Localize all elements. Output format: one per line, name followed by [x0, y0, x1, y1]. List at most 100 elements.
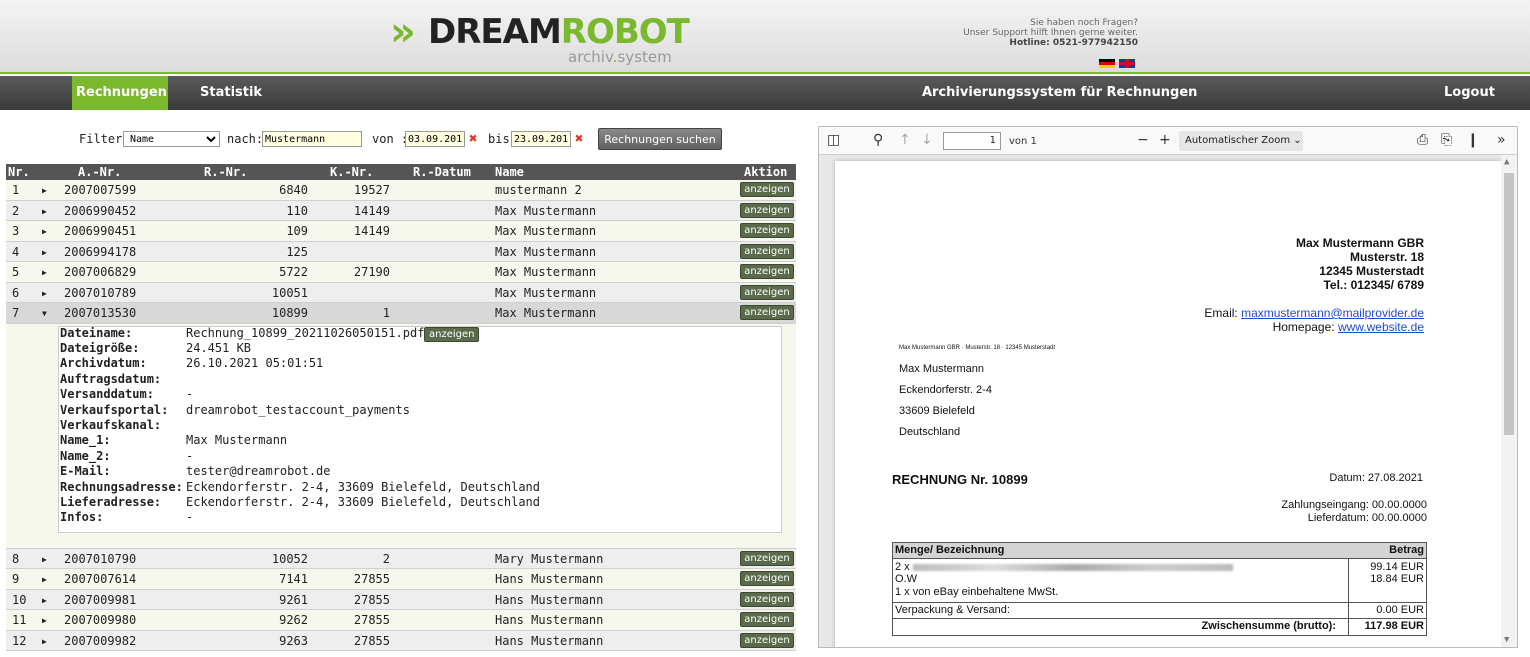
- email-link[interactable]: maxmustermann@mailprovider.de: [1241, 306, 1424, 320]
- language-switcher: [1099, 59, 1139, 69]
- show-invoice-button[interactable]: anzeigen: [740, 550, 794, 566]
- next-page-icon[interactable]: ↓: [921, 132, 933, 148]
- sender-name: Max Mustermann GBR: [1295, 236, 1424, 250]
- chevron-down-icon: ⌄: [1293, 135, 1302, 146]
- table-row[interactable]: 4 ▶ 2006994178 125 Max Mustermann anzeigen: [6, 241, 796, 262]
- show-invoice-button[interactable]: anzeigen: [740, 571, 794, 586]
- row-anr: 2007009982: [64, 633, 137, 648]
- show-file-button[interactable]: anzeigen: [424, 326, 480, 342]
- caret-right-icon[interactable]: ▶: [42, 575, 47, 584]
- table-row[interactable]: 3 ▶ 2006990451 109 14149 Max Mustermann anzeig…: [6, 221, 796, 242]
- sidebar-toggle-icon[interactable]: ◫: [827, 132, 840, 148]
- row-rnr: 10051: [271, 285, 308, 300]
- table-row[interactable]: 5 ▶ 2007006829 5722 27190 Max Mustermann anzei…: [6, 262, 796, 283]
- caret-right-icon[interactable]: ▶: [42, 207, 47, 216]
- table-row[interactable]: 2 ▶ 2006990452 110 14149 Max Mustermann anzeig…: [6, 200, 796, 221]
- show-invoice-button[interactable]: anzeigen: [740, 612, 794, 627]
- table-row[interactable]: 11 ▶ 2007009980 9262 27855 Hans Mustermann anz…: [6, 610, 796, 631]
- pdf-page: Max Mustermann GBR Musterstr. 18 12345 M…: [835, 161, 1501, 647]
- row-rnr: 9262: [279, 613, 308, 627]
- table-row[interactable]: 10 ▶ 2007009981 9261 27855 Hans Mustermann anz…: [6, 589, 796, 610]
- search-invoices-button[interactable]: Rechnungen suchen: [598, 128, 722, 150]
- table-row[interactable]: 8 ▶ 2007010790 10052 2 Mary Mustermann anzeige…: [6, 548, 796, 569]
- show-invoice-button[interactable]: anzeigen: [740, 202, 794, 218]
- german-flag-icon[interactable]: [1099, 59, 1115, 68]
- row-rnr: 7141: [279, 572, 308, 586]
- show-invoice-button[interactable]: anzeigen: [740, 243, 794, 259]
- caret-right-icon[interactable]: ▶: [42, 637, 47, 646]
- row-anr: 2007007599: [64, 183, 137, 197]
- caret-down-icon[interactable]: ▼: [42, 309, 47, 318]
- row-nr: 7: [12, 306, 20, 320]
- print-icon[interactable]: ⎙: [1417, 132, 1428, 148]
- clear-date-to-icon[interactable]: ✖: [575, 132, 583, 146]
- caret-right-icon[interactable]: ▶: [42, 268, 47, 277]
- row-knr: 27855: [353, 613, 390, 627]
- caret-right-icon[interactable]: ▶: [42, 289, 47, 298]
- tab-statistik[interactable]: Statistik: [196, 76, 266, 110]
- scrollbar-thumb[interactable]: [1504, 173, 1514, 435]
- homepage-link[interactable]: www.website.de: [1338, 320, 1424, 334]
- logout-link[interactable]: Logout: [1444, 76, 1495, 110]
- zoom-out-icon[interactable]: −: [1137, 132, 1149, 148]
- filter-field-select[interactable]: Name: [123, 131, 220, 147]
- caret-right-icon[interactable]: ▶: [42, 227, 47, 236]
- pdf-toolbar: ◫ ⚲ ↑ ↓ 1 von 1 − + Automatischer Zoom ⌄…: [819, 127, 1517, 155]
- caret-right-icon[interactable]: ▶: [42, 555, 47, 564]
- row-nr: 1: [12, 183, 20, 197]
- row-knr: 14149: [353, 224, 390, 238]
- dreamrobot-logo[interactable]: » DREAMROBOT archiv.system: [390, 10, 690, 70]
- row-name: Max Mustermann: [495, 244, 597, 259]
- show-invoice-button[interactable]: anzeigen: [740, 591, 794, 607]
- row-rnr: 125: [286, 244, 308, 259]
- date-to-input[interactable]: [511, 131, 571, 147]
- row-anr: 2006990452: [64, 203, 137, 218]
- show-invoice-button[interactable]: anzeigen: [740, 182, 794, 197]
- email-line: Email: maxmustermann@mailprovider.de: [1204, 306, 1424, 320]
- pdf-scrollbar[interactable]: ▲ ▼: [1501, 155, 1517, 647]
- row-knr: 19527: [353, 183, 390, 197]
- logo-subtitle: archiv.system: [568, 48, 672, 66]
- show-invoice-button[interactable]: anzeigen: [740, 632, 794, 648]
- table-row[interactable]: 9 ▶ 2007007614 7141 27855 Hans Mustermann anze…: [6, 569, 796, 590]
- zoom-in-icon[interactable]: +: [1159, 132, 1171, 148]
- row-nr: 10: [12, 592, 27, 607]
- caret-right-icon[interactable]: ▶: [42, 596, 47, 605]
- main-nav: Rechnungen Statistik Archivierungssystem…: [0, 76, 1530, 110]
- show-invoice-button[interactable]: anzeigen: [740, 223, 794, 238]
- previous-page-icon[interactable]: ↑: [899, 132, 911, 148]
- show-invoice-button[interactable]: anzeigen: [740, 284, 794, 300]
- english-flag-icon[interactable]: [1119, 59, 1135, 68]
- page-number-input[interactable]: 1: [943, 132, 1001, 150]
- row-nr: 12: [12, 633, 27, 648]
- open-file-icon[interactable]: ⎘: [1441, 132, 1452, 148]
- caret-right-icon[interactable]: ▶: [42, 248, 47, 257]
- show-invoice-button[interactable]: anzeigen: [740, 264, 794, 279]
- zoom-select[interactable]: Automatischer Zoom ⌄: [1179, 131, 1303, 151]
- table-row[interactable]: 6 ▶ 2007010789 10051 Max Mustermann anzeigen: [6, 282, 796, 303]
- logo-dream: DREAM: [428, 12, 562, 52]
- show-invoice-button[interactable]: anzeigen: [740, 305, 794, 320]
- search-input[interactable]: [262, 131, 362, 147]
- table-row[interactable]: 12 ▶ 2007009982 9263 27855 Hans Mustermann anz…: [6, 630, 796, 651]
- table-row[interactable]: 1 ▶ 2007007599 6840 19527 mustermann 2 anzeige…: [6, 180, 796, 201]
- tools-icon[interactable]: »: [1497, 132, 1506, 148]
- row-name: Hans Mustermann: [495, 592, 604, 607]
- row-anr: 2007010789: [64, 285, 137, 300]
- row-name: Max Mustermann: [495, 224, 597, 238]
- row-name: mustermann 2: [495, 183, 582, 197]
- caret-right-icon[interactable]: ▶: [42, 186, 47, 195]
- table-row[interactable]: 7 ▼ 2007013530 10899 1 Max Mustermann anzeigen: [6, 303, 796, 324]
- clear-date-from-icon[interactable]: ✖: [469, 132, 477, 146]
- tab-rechnungen[interactable]: Rechnungen: [72, 76, 168, 110]
- row-anr: 2006990451: [64, 224, 137, 238]
- row-rnr: 10899: [271, 306, 308, 320]
- date-from-input[interactable]: [405, 131, 465, 147]
- row-knr: 27855: [353, 572, 390, 586]
- caret-right-icon[interactable]: ▶: [42, 616, 47, 625]
- page-count: von 1: [1009, 136, 1037, 147]
- search-icon[interactable]: ⚲: [873, 132, 883, 148]
- bookmark-icon[interactable]: ❙: [1467, 132, 1479, 148]
- row-rnr: 109: [286, 224, 308, 238]
- app-header: » DREAMROBOT archiv.system Sie haben noc…: [0, 0, 1530, 74]
